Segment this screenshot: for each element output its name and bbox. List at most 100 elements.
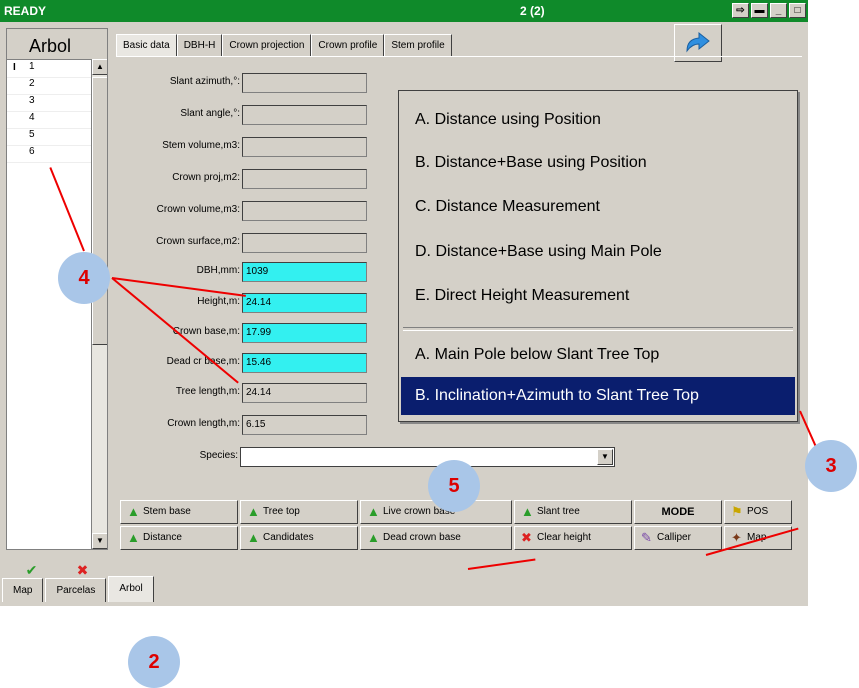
check-icon[interactable]: ✔ [26, 562, 38, 579]
dbh-field[interactable]: 1039 [242, 262, 367, 282]
field-row: Species: [116, 447, 238, 467]
chevron-down-icon[interactable]: ▼ [597, 449, 613, 465]
crown-volume-field[interactable] [242, 201, 367, 221]
tree-list-header: Arbol [7, 29, 107, 60]
field-row: Slant angle,°: [116, 105, 240, 125]
list-item[interactable]: 2 [7, 78, 92, 95]
dead-crown-base-button[interactable]: ▲ Dead crown base [360, 526, 512, 550]
menu-item[interactable]: A. Distance using Position [401, 101, 795, 139]
slant-tree-button[interactable]: ▲ Slant tree [514, 500, 632, 524]
candidates-button[interactable]: ▲ Candidates [240, 526, 358, 550]
button-label: Dead crown base [383, 532, 461, 543]
tab-map[interactable]: Map [2, 578, 44, 602]
data-tabs: Basic data DBH-H Crown projection Crown … [116, 34, 452, 56]
field-row: Crown surface,m2: [116, 233, 240, 253]
field-label: Crown volume,m3: [156, 204, 240, 215]
bottom-tabs: Map Parcelas Arbol [2, 576, 156, 602]
tree-panel: Arbol I1 2 3 4 5 6 ▲ ▼ ✔ ✖ [6, 28, 112, 588]
field-label: Height,m: [197, 296, 240, 307]
stem-base-button[interactable]: ▲ Stem base [120, 500, 238, 524]
field-label: Crown length,m: [167, 418, 240, 429]
callout-3: 3 [805, 440, 857, 492]
restore-icon[interactable]: ▬ [751, 3, 768, 18]
maximize-icon[interactable]: □ [789, 3, 806, 18]
menu-separator [403, 327, 793, 331]
button-label: MODE [661, 506, 695, 518]
list-item-label: 2 [29, 78, 35, 89]
scroll-thumb[interactable] [92, 77, 107, 345]
field-label: Slant azimuth,°: [169, 76, 240, 87]
pin-icon[interactable]: ⇨ [732, 3, 749, 18]
list-item[interactable]: I1 [7, 61, 92, 78]
field-row: Crown volume,m3: [116, 201, 240, 221]
clear-icon: ✖ [521, 530, 532, 545]
button-label: Tree top [263, 506, 300, 517]
list-item[interactable]: 6 [7, 146, 92, 163]
window-controls: ⇨ ▬ _ □ [732, 3, 806, 18]
tree-icon: ▲ [127, 504, 140, 519]
calliper-icon: ✎ [641, 530, 652, 545]
scroll-down-icon[interactable]: ▼ [92, 533, 107, 549]
mode-button[interactable]: MODE [634, 500, 722, 524]
field-label: Slant angle,°: [180, 108, 240, 119]
pos-icon: ⚑ [731, 504, 743, 519]
tab-stem-profile[interactable]: Stem profile [384, 34, 452, 56]
button-label: Distance [143, 532, 182, 543]
scroll-up-icon[interactable]: ▲ [92, 59, 107, 75]
species-select[interactable]: ▼ [240, 447, 615, 467]
distance-button[interactable]: ▲ Distance [120, 526, 238, 550]
field-row: Slant azimuth,°: [116, 73, 240, 93]
dead-crown-base-field[interactable]: 15.46 [242, 353, 367, 373]
menu-item-selected[interactable]: B. Inclination+Azimuth to Slant Tree Top [401, 377, 795, 415]
crown-base-field[interactable]: 17.99 [242, 323, 367, 343]
list-item-label: 5 [29, 129, 35, 140]
menu-item[interactable]: D. Distance+Base using Main Pole [401, 233, 795, 271]
minimize-icon[interactable]: _ [770, 3, 787, 18]
app-window: READY 2 (2) ⇨ ▬ _ □ Arbol I1 2 3 4 5 6 ▲ [0, 0, 808, 606]
calliper-button[interactable]: ✎ Calliper [634, 526, 722, 550]
crown-length-field[interactable]: 6.15 [242, 415, 367, 435]
tab-dbh-h[interactable]: DBH-H [176, 34, 223, 56]
tab-crown-projection[interactable]: Crown projection [222, 34, 312, 56]
menu-item[interactable]: B. Distance+Base using Position [401, 144, 795, 182]
field-label: DBH,mm: [196, 265, 240, 276]
cross-icon[interactable]: ✖ [77, 562, 89, 579]
menu-item[interactable]: A. Main Pole below Slant Tree Top [401, 336, 795, 374]
tree-rows: I1 2 3 4 5 6 [7, 61, 92, 163]
callout-2: 2 [128, 636, 180, 688]
button-label: Slant tree [537, 506, 580, 517]
field-label: Tree length,m: [175, 386, 240, 397]
tree-icon: ▲ [247, 504, 260, 519]
tree-top-button[interactable]: ▲ Tree top [240, 500, 358, 524]
tree-list-scrollbar[interactable]: ▲ ▼ [91, 59, 107, 549]
tree-length-field[interactable]: 24.14 [242, 383, 367, 403]
menu-item[interactable]: E. Direct Height Measurement [401, 277, 795, 315]
slant-tree-icon: ▲ [521, 504, 534, 519]
field-label: Crown surface,m2: [156, 236, 240, 247]
tab-parcelas[interactable]: Parcelas [45, 578, 107, 602]
method-menu: A. Distance using Position B. Distance+B… [398, 90, 798, 422]
pos-button[interactable]: ⚑ POS [724, 500, 792, 524]
tab-basic-data[interactable]: Basic data [116, 34, 177, 56]
tree-icon: ▲ [247, 530, 260, 545]
button-label: Stem base [143, 506, 191, 517]
tab-crown-profile[interactable]: Crown profile [311, 34, 385, 56]
row-cursor-icon: I [13, 62, 16, 73]
tree-list-title: Arbol [29, 36, 72, 56]
list-item[interactable]: 5 [7, 129, 92, 146]
record-counter: 2 (2) [520, 4, 545, 18]
slant-angle-field[interactable] [242, 105, 367, 125]
slant-azimuth-field[interactable] [242, 73, 367, 93]
stem-volume-field[interactable] [242, 137, 367, 157]
field-row: Stem volume,m3: [116, 137, 240, 157]
list-item[interactable]: 4 [7, 112, 92, 129]
crown-proj-field[interactable] [242, 169, 367, 189]
list-item[interactable]: 3 [7, 95, 92, 112]
menu-item[interactable]: C. Distance Measurement [401, 188, 795, 226]
height-field[interactable]: 24.14 [242, 293, 367, 313]
tab-arbol[interactable]: Arbol [108, 576, 154, 602]
crown-surface-field[interactable] [242, 233, 367, 253]
clear-height-button[interactable]: ✖ Clear height [514, 526, 632, 550]
species-value [241, 453, 244, 464]
title-bar: READY 2 (2) ⇨ ▬ _ □ [0, 0, 808, 22]
